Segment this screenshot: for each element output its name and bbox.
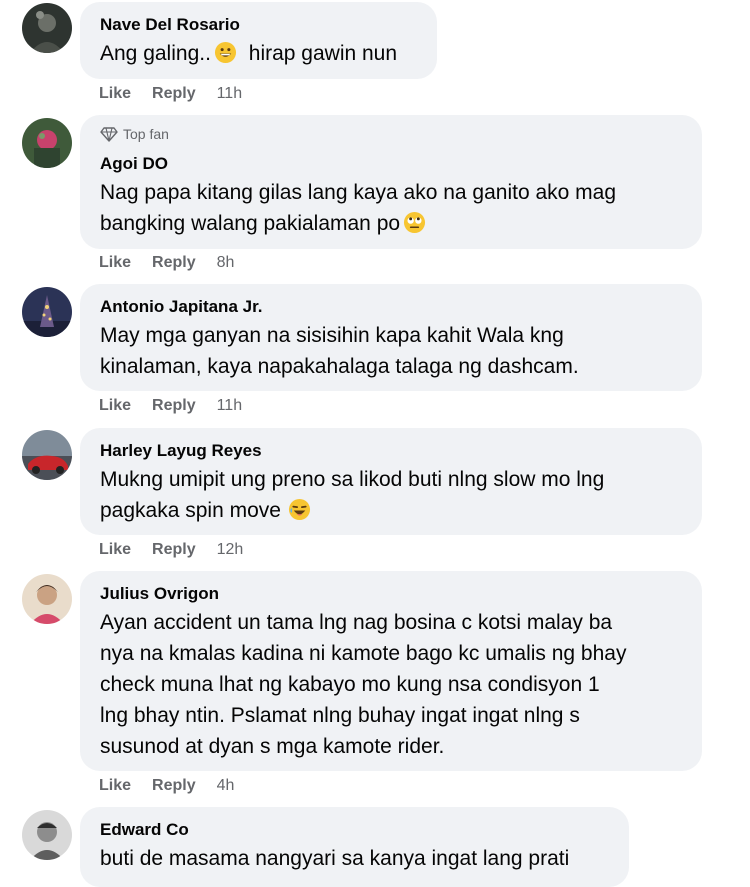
comment-text-line: Nag papa kitang gilas lang kaya ako na g… [100, 181, 617, 204]
timestamp[interactable]: 12h [217, 541, 244, 559]
rolling-eyes-emoji-icon [403, 211, 426, 243]
commenter-name[interactable]: Edward Co [100, 820, 189, 840]
comment-actions: Like Reply 11h [99, 397, 242, 415]
diamond-icon [100, 126, 118, 142]
comment-text-line: Mukng umipit ung preno sa likod buti nln… [100, 468, 605, 491]
comment-bubble: Nave Del Rosario Ang galing.. hirap gawi… [80, 2, 437, 79]
comment-bubble: Edward Co buti de masama nangyari sa kan… [80, 807, 629, 887]
comment-text: May mga ganyan na sisisihin kapa kahit W… [100, 320, 579, 382]
avatar[interactable] [22, 810, 72, 860]
comment-text-part: bangking walang pakialaman po [100, 212, 401, 235]
comment-bubble: Antonio Japitana Jr. May mga ganyan na s… [80, 284, 702, 391]
comment-actions: Like Reply 12h [99, 541, 243, 559]
reply-button[interactable]: Reply [152, 254, 196, 272]
reply-button[interactable]: Reply [152, 541, 196, 559]
comment-actions: Like Reply 11h [99, 85, 242, 103]
avatar[interactable] [22, 3, 72, 53]
comment-text-line: pagkaka spin move [100, 495, 604, 530]
top-fan-badge: Top fan [100, 126, 169, 142]
like-button[interactable]: Like [99, 397, 131, 415]
comment-text: Mukng umipit ung preno sa likod buti nln… [100, 464, 604, 530]
comment-text-part: Ang galing.. [100, 42, 211, 65]
reply-button[interactable]: Reply [152, 777, 196, 795]
comment-text-part: pagkaka spin move [100, 499, 281, 522]
commenter-name[interactable]: Nave Del Rosario [100, 15, 240, 35]
comment-text: buti de masama nangyari sa kanya ingat l… [100, 843, 569, 874]
comment-text: Nag papa kitang gilas lang kaya ako na g… [100, 177, 616, 243]
badge-label: Top fan [123, 126, 169, 142]
like-button[interactable]: Like [99, 777, 131, 795]
comment-text-line: May mga ganyan na sisisihin kapa kahit W… [100, 324, 564, 347]
commenter-name[interactable]: Antonio Japitana Jr. [100, 297, 262, 317]
commenter-name[interactable]: Julius Ovrigon [100, 584, 219, 604]
timestamp[interactable]: 11h [217, 397, 243, 415]
comment-text-line: Ayan accident un tama lng nag bosina c k… [100, 611, 613, 634]
timestamp[interactable]: 11h [217, 85, 243, 103]
like-button[interactable]: Like [99, 85, 131, 103]
comment-text-line: lng bhay ntin. Pslamat nlng buhay ingat … [100, 704, 580, 727]
comment-text-line: susunod at dyan s mga kamote rider. [100, 735, 445, 758]
timestamp[interactable]: 8h [217, 254, 235, 272]
comment-text-part: hirap gawin nun [248, 42, 398, 65]
comment-text-line: check muna lhat ng kabayo mo kung nsa co… [100, 673, 600, 696]
commenter-name[interactable]: Agoi DO [100, 154, 168, 174]
comment-bubble: Julius Ovrigon Ayan accident un tama lng… [80, 571, 702, 771]
laughing-emoji-icon [288, 498, 311, 530]
grin-emoji-icon [214, 41, 237, 73]
like-button[interactable]: Like [99, 541, 131, 559]
avatar[interactable] [22, 574, 72, 624]
comment-text-line: bangking walang pakialaman po [100, 208, 616, 243]
reply-button[interactable]: Reply [152, 85, 196, 103]
comment-actions: Like Reply 8h [99, 254, 234, 272]
avatar[interactable] [22, 287, 72, 337]
comment-bubble: Harley Layug Reyes Mukng umipit ung pren… [80, 428, 702, 535]
comment-text: Ayan accident un tama lng nag bosina c k… [100, 607, 626, 762]
reply-button[interactable]: Reply [152, 397, 196, 415]
avatar[interactable] [22, 118, 72, 168]
comment-bubble: Agoi DO Nag papa kitang gilas lang kaya … [80, 115, 702, 249]
comment-text-line: buti de masama nangyari sa kanya ingat l… [100, 847, 570, 870]
like-button[interactable]: Like [99, 254, 131, 272]
comment-text-line: nya na kmalas kadina ni kamote bago kc u… [100, 642, 627, 665]
timestamp[interactable]: 4h [217, 777, 235, 795]
comment-actions: Like Reply 4h [99, 777, 234, 795]
comment-text: Ang galing.. hirap gawin nun [100, 38, 397, 73]
comment-text-line: kinalaman, kaya napakahalaga talaga ng d… [100, 355, 579, 378]
commenter-name[interactable]: Harley Layug Reyes [100, 441, 262, 461]
avatar[interactable] [22, 430, 72, 480]
